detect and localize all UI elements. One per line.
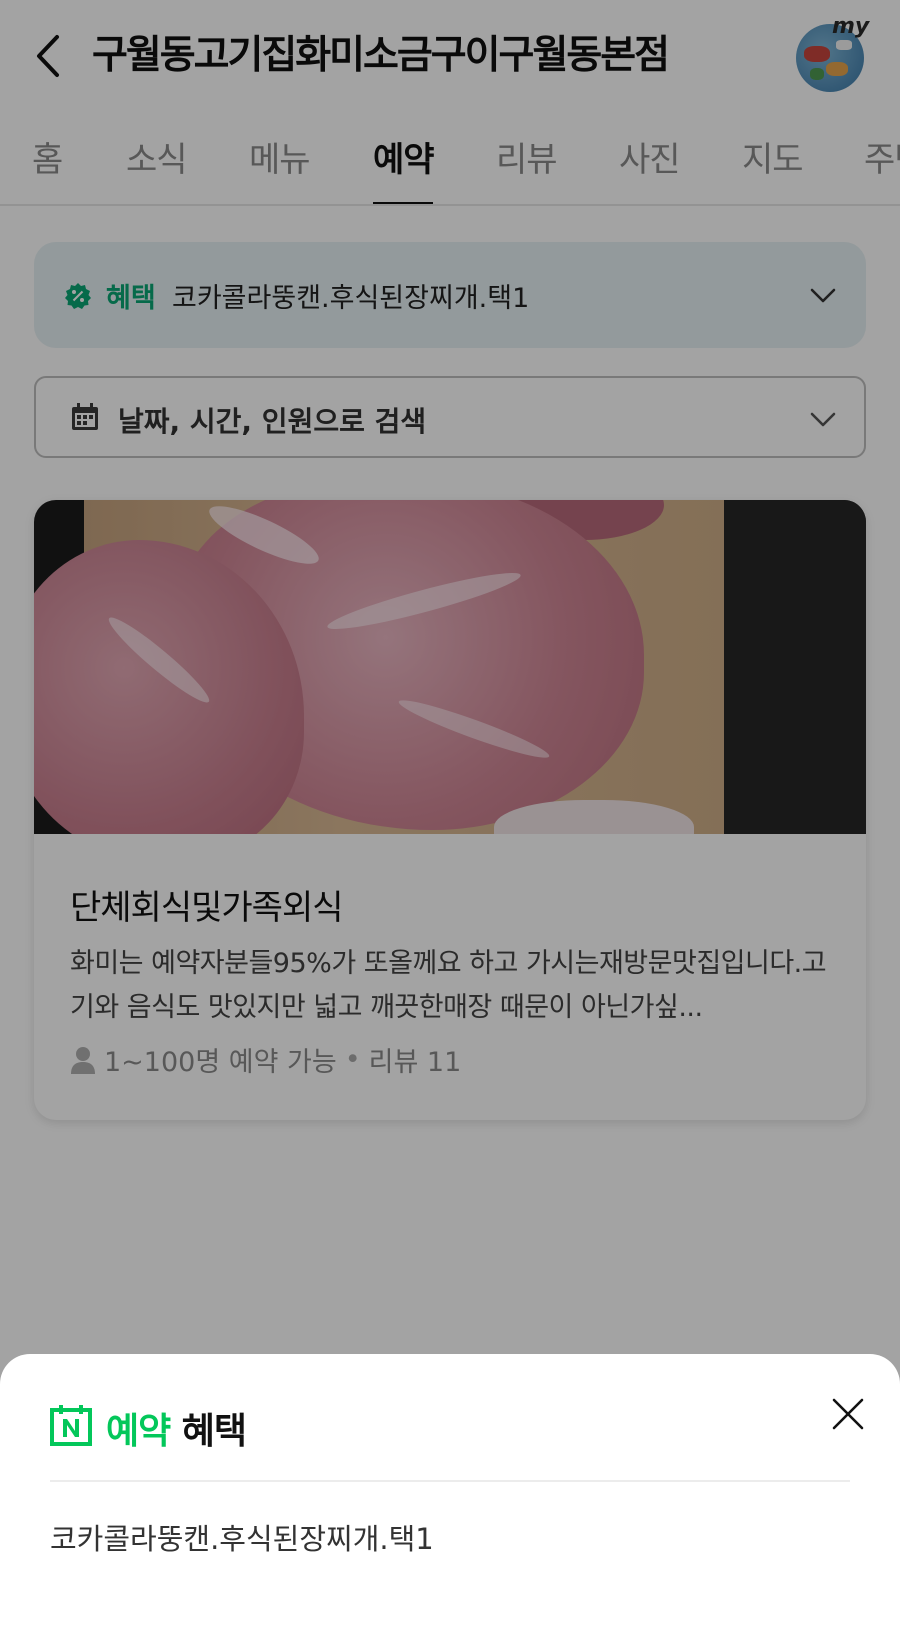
naver-booking-icon xyxy=(50,1405,92,1446)
sheet-title-booking: 예약 xyxy=(106,1411,171,1452)
sheet-title: 예약 혜택 xyxy=(106,1402,247,1454)
close-icon xyxy=(832,1398,864,1430)
sheet-benefit-text: 코카콜라뚱캔.후식된장찌개.택1 xyxy=(50,1522,434,1556)
sheet-divider xyxy=(50,1480,850,1482)
sheet-title-benefit: 혜택 xyxy=(181,1411,247,1452)
close-button[interactable] xyxy=(824,1390,872,1438)
benefit-bottom-sheet: 예약 혜택 코카콜라뚱캔.후식된장찌개.택1 xyxy=(0,1354,900,1630)
